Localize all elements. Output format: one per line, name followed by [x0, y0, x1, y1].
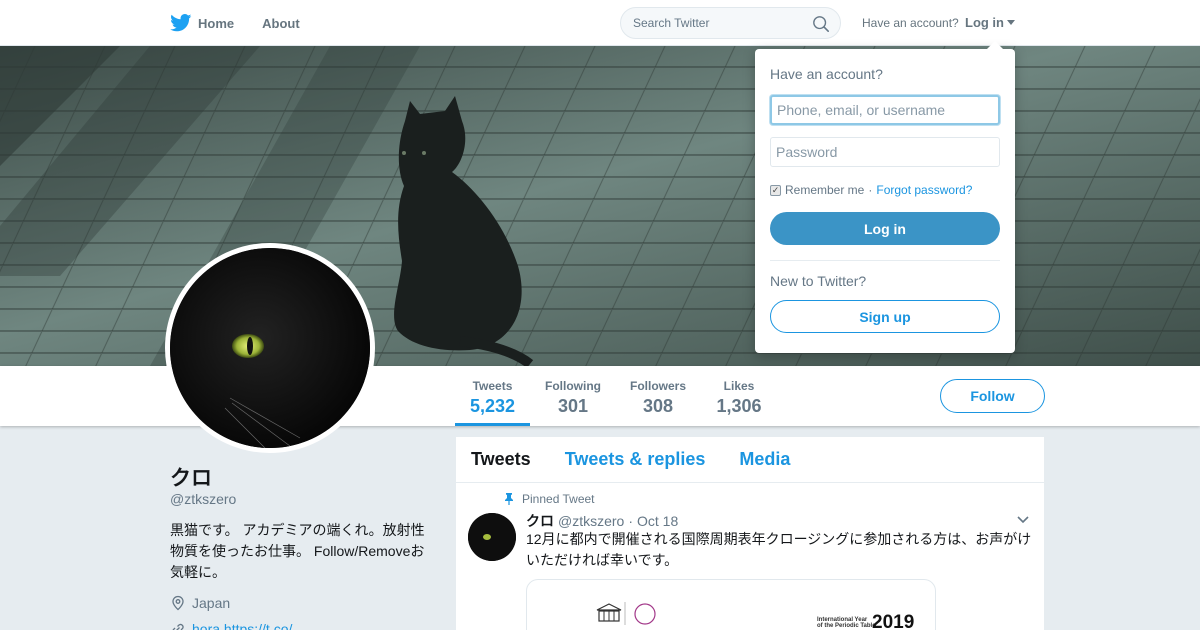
- avatar[interactable]: [165, 243, 375, 453]
- twitter-bird-icon: [170, 14, 192, 32]
- tweet-handle[interactable]: @ztkszero: [558, 513, 624, 529]
- timeline: Tweets Tweets & replies Media Pinned Twe…: [456, 437, 1044, 630]
- stat-value: 5,232: [469, 396, 516, 416]
- tweet-card[interactable]: International Year of the Periodic Table…: [526, 579, 936, 630]
- avatar-image: [170, 248, 370, 448]
- tweet-separator: ·: [628, 513, 634, 529]
- password-field[interactable]: [770, 137, 1000, 167]
- nav-about-label: About: [262, 15, 300, 31]
- stat-tweets[interactable]: Tweets 5,232: [455, 366, 530, 426]
- profile-handle[interactable]: @ztkszero: [170, 491, 236, 507]
- username-field[interactable]: [770, 95, 1000, 125]
- pinned-indicator: Pinned Tweet: [504, 492, 595, 506]
- chevron-down-icon: [1007, 20, 1015, 25]
- stat-followers[interactable]: Followers 308: [626, 366, 690, 426]
- chevron-down-icon[interactable]: [1017, 516, 1029, 524]
- remember-separator: ·: [868, 183, 873, 197]
- dropdown-arrow: [986, 41, 1004, 50]
- search-box: [620, 7, 841, 39]
- card-title: International Year of the Periodic Table: [817, 617, 876, 629]
- stat-label: Tweets: [472, 379, 513, 393]
- have-account-text: Have an account?: [862, 16, 959, 30]
- stat-value: 1,306: [716, 396, 762, 416]
- nav-home[interactable]: Home: [170, 14, 234, 32]
- remember-row: ✓ Remember me · Forgot password?: [770, 183, 972, 197]
- tab-tweets-replies[interactable]: Tweets & replies: [565, 449, 706, 470]
- profile-bio: 黒猫です。 アカデミアの端くれ。放射性物質を使ったお仕事。 Follow/Rem…: [170, 522, 425, 580]
- remember-checkbox[interactable]: ✓: [770, 184, 781, 196]
- forgot-password-link[interactable]: Forgot password?: [876, 183, 972, 197]
- location-pin-icon: [172, 595, 184, 611]
- website-label: hora.https://t.co/...: [192, 621, 305, 630]
- profile-location: Japan: [170, 595, 230, 611]
- nav-left: Home About: [170, 0, 300, 46]
- stat-label: Following: [545, 379, 601, 393]
- nav-home-label: Home: [198, 15, 235, 31]
- tweet-avatar[interactable]: [468, 513, 516, 561]
- card-line2: of the Periodic Table: [817, 623, 876, 629]
- link-icon: [172, 623, 184, 630]
- stat-likes[interactable]: Likes 1,306: [710, 366, 768, 426]
- dropdown-title: Have an account?: [770, 66, 883, 82]
- remember-label[interactable]: Remember me: [785, 183, 864, 197]
- nav-about[interactable]: About: [262, 16, 300, 31]
- pin-icon: [505, 493, 513, 505]
- tweet-author[interactable]: クロ: [526, 511, 554, 531]
- stat-value: 301: [557, 396, 589, 416]
- new-to-twitter-label: New to Twitter?: [770, 273, 867, 289]
- card-year: 2019: [872, 612, 915, 630]
- login-button[interactable]: Log in: [770, 212, 1000, 245]
- pinned-label: Pinned Tweet: [522, 492, 595, 506]
- top-nav: Home About Have an account? Log in: [0, 0, 1200, 46]
- stat-label: Likes: [723, 379, 755, 393]
- unesco-logo-icon: [596, 602, 656, 625]
- tab-media[interactable]: Media: [739, 449, 790, 470]
- stat-value: 308: [642, 396, 674, 416]
- profile-website[interactable]: hora.https://t.co/...: [170, 621, 304, 630]
- search-icon[interactable]: [812, 15, 830, 33]
- divider: [770, 260, 1000, 261]
- stat-label: Followers: [629, 379, 686, 393]
- tweet-header: クロ @ztkszero · Oct 18: [526, 511, 678, 531]
- profile-name[interactable]: クロ: [170, 462, 212, 492]
- login-menu-button[interactable]: Log in: [965, 15, 1015, 30]
- tweet-avatar-image: [468, 513, 516, 561]
- login-menu-label: Log in: [965, 15, 1004, 30]
- stat-following[interactable]: Following 301: [540, 366, 606, 426]
- follow-button[interactable]: Follow: [940, 379, 1045, 413]
- search-input[interactable]: [633, 16, 803, 30]
- tweet-date[interactable]: Oct 18: [637, 513, 678, 529]
- tweet-text: 12月に都内で開催される国際周期表年クロージングに参加される方は、お声がけいただ…: [526, 531, 1032, 568]
- signup-button[interactable]: Sign up: [770, 300, 1000, 333]
- location-label: Japan: [192, 595, 231, 611]
- login-dropdown: Have an account? ✓ Remember me · Forgot …: [755, 41, 1015, 353]
- tab-tweets[interactable]: Tweets: [471, 449, 531, 470]
- timeline-tabs: Tweets Tweets & replies Media: [456, 437, 1044, 483]
